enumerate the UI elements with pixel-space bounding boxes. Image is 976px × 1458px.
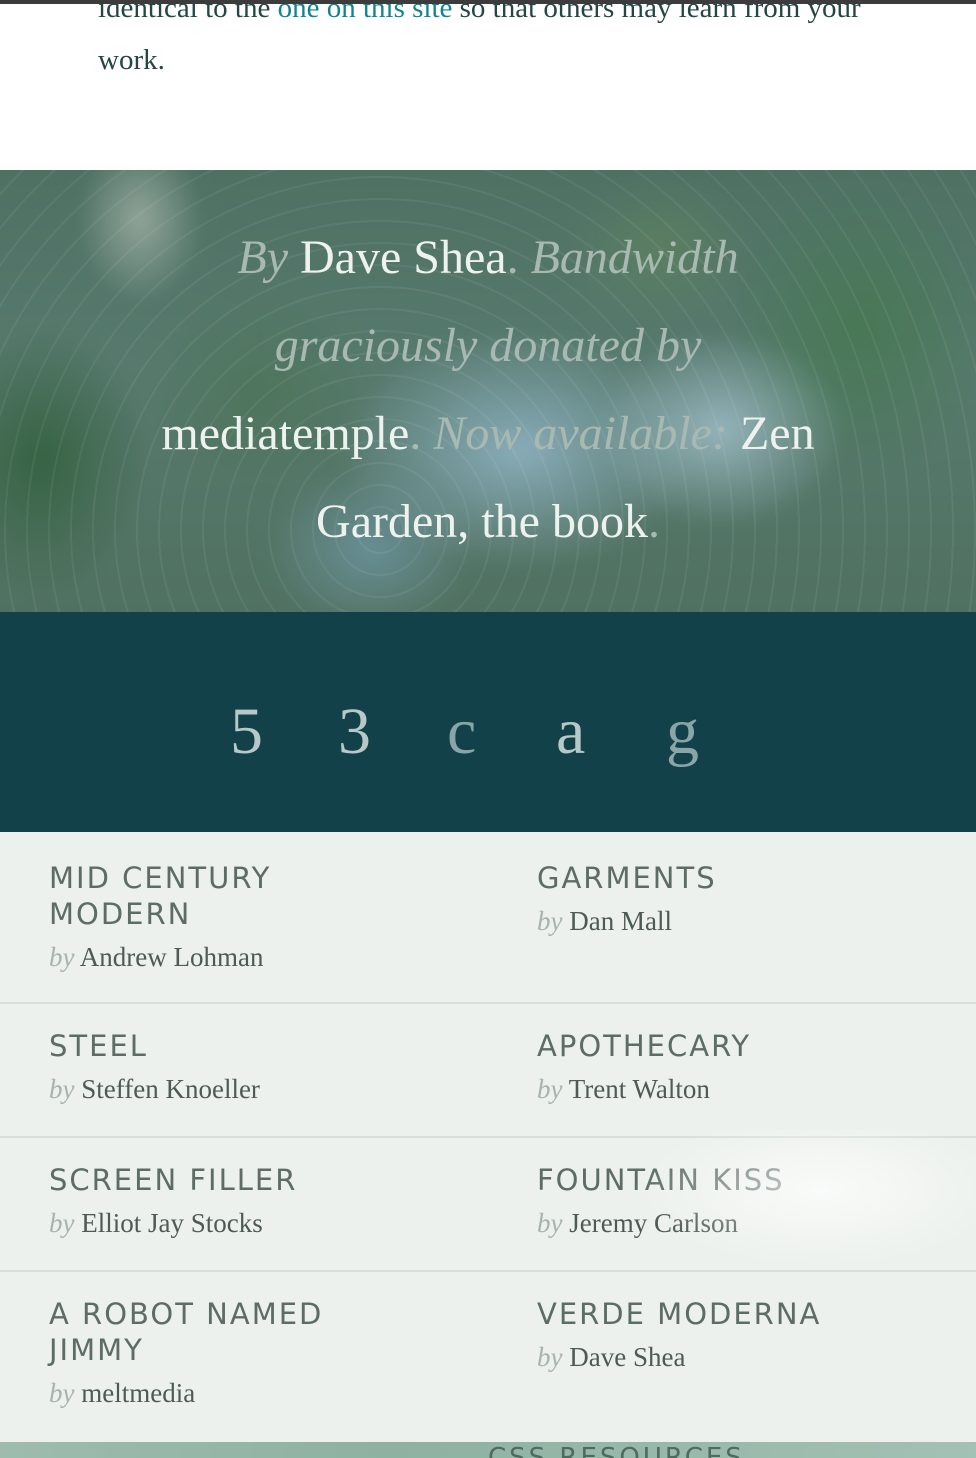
design-author-link[interactable]: Trent Walton bbox=[569, 1074, 710, 1104]
design-name-link[interactable]: A ROBOT NAMED JIMMY bbox=[49, 1296, 379, 1368]
design-item: FOUNTAIN KISS by Jeremy Carlson bbox=[537, 1162, 867, 1242]
by-label: by bbox=[537, 906, 563, 936]
design-name-link[interactable]: GARMENTS bbox=[537, 860, 867, 896]
design-item: VERDE MODERNA by Dave Shea bbox=[537, 1296, 867, 1376]
design-author-line: by Dave Shea bbox=[537, 1338, 867, 1376]
design-author-line: by Elliot Jay Stocks bbox=[49, 1204, 379, 1242]
resources-section: CSS RESOURCES bbox=[0, 1442, 976, 1458]
intro-paragraph: identical to the one on this site so tha… bbox=[98, 0, 888, 86]
design-item: APOTHECARY by Trent Walton bbox=[537, 1028, 867, 1108]
design-author-link[interactable]: Elliot Jay Stocks bbox=[81, 1208, 263, 1238]
nav-link-css3[interactable]: 3 bbox=[338, 692, 371, 772]
design-item: MID CENTURY MODERN by Andrew Lohman bbox=[49, 860, 379, 976]
design-row: SCREEN FILLER by Elliot Jay Stocks FOUNT… bbox=[0, 1138, 976, 1272]
design-name-link[interactable]: APOTHECARY bbox=[537, 1028, 867, 1064]
sponsor-link[interactable]: mediatemple bbox=[161, 407, 409, 460]
design-author-link[interactable]: Jeremy Carlson bbox=[569, 1208, 738, 1238]
nav-link-html5[interactable]: 5 bbox=[230, 692, 263, 772]
nav-link-github[interactable]: g bbox=[666, 692, 699, 772]
design-author-line: by Jeremy Carlson bbox=[537, 1204, 867, 1242]
author-link[interactable]: Dave Shea bbox=[300, 231, 507, 284]
by-label: by bbox=[537, 1342, 563, 1372]
credits-now-available: Now available: bbox=[433, 407, 728, 460]
design-author-line: by Steffen Knoeller bbox=[49, 1070, 379, 1108]
nav-link-cc[interactable]: c bbox=[447, 692, 476, 772]
by-label: by bbox=[49, 1074, 75, 1104]
design-author-link[interactable]: Dave Shea bbox=[569, 1342, 685, 1372]
design-name-link[interactable]: STEEL bbox=[49, 1028, 379, 1064]
design-row: STEEL by Steffen Knoeller APOTHECARY by … bbox=[0, 1004, 976, 1138]
design-name-link[interactable]: MID CENTURY MODERN bbox=[49, 860, 379, 932]
credits-by: By bbox=[237, 231, 289, 284]
design-row: A ROBOT NAMED JIMMY by meltmedia VERDE M… bbox=[0, 1272, 976, 1442]
design-author-line: by meltmedia bbox=[49, 1374, 379, 1412]
design-item: STEEL by Steffen Knoeller bbox=[49, 1028, 379, 1108]
credits-footer: By Dave Shea. Bandwidth graciously donat… bbox=[0, 170, 976, 612]
credits-period-3: . bbox=[647, 495, 660, 548]
by-label: by bbox=[49, 1378, 75, 1408]
resources-heading: CSS RESOURCES bbox=[488, 1443, 745, 1458]
design-item: GARMENTS by Dan Mall bbox=[537, 860, 867, 940]
credits-period-1: . bbox=[506, 231, 519, 284]
design-author-link[interactable]: Steffen Knoeller bbox=[81, 1074, 260, 1104]
design-selection-list: MID CENTURY MODERN by Andrew Lohman GARM… bbox=[0, 832, 976, 1442]
design-author-line: by Dan Mall bbox=[537, 902, 867, 940]
design-item: A ROBOT NAMED JIMMY by meltmedia bbox=[49, 1296, 379, 1412]
design-author-link[interactable]: Andrew Lohman bbox=[80, 942, 264, 972]
by-label: by bbox=[537, 1074, 563, 1104]
design-name-link[interactable]: FOUNTAIN KISS bbox=[537, 1162, 867, 1198]
design-author-link[interactable]: meltmedia bbox=[81, 1378, 195, 1408]
credits-period-2: . bbox=[409, 407, 422, 460]
design-row: MID CENTURY MODERN by Andrew Lohman GARM… bbox=[0, 832, 976, 1004]
design-name-link[interactable]: SCREEN FILLER bbox=[49, 1162, 379, 1198]
design-author-line: by Trent Walton bbox=[537, 1070, 867, 1108]
top-border bbox=[0, 0, 976, 4]
by-label: by bbox=[49, 1208, 75, 1238]
design-item: SCREEN FILLER by Elliot Jay Stocks bbox=[49, 1162, 379, 1242]
nav-link-a11y[interactable]: a bbox=[556, 692, 585, 772]
design-author-link[interactable]: Dan Mall bbox=[569, 906, 672, 936]
design-name-link[interactable]: VERDE MODERNA bbox=[537, 1296, 867, 1332]
credits-text: By Dave Shea. Bandwidth graciously donat… bbox=[140, 214, 836, 566]
validator-nav: 5 3 c a g bbox=[0, 612, 976, 832]
design-author-line: by Andrew Lohman bbox=[49, 938, 379, 976]
intro-section: identical to the one on this site so tha… bbox=[0, 0, 976, 170]
by-label: by bbox=[49, 942, 75, 972]
by-label: by bbox=[537, 1208, 563, 1238]
